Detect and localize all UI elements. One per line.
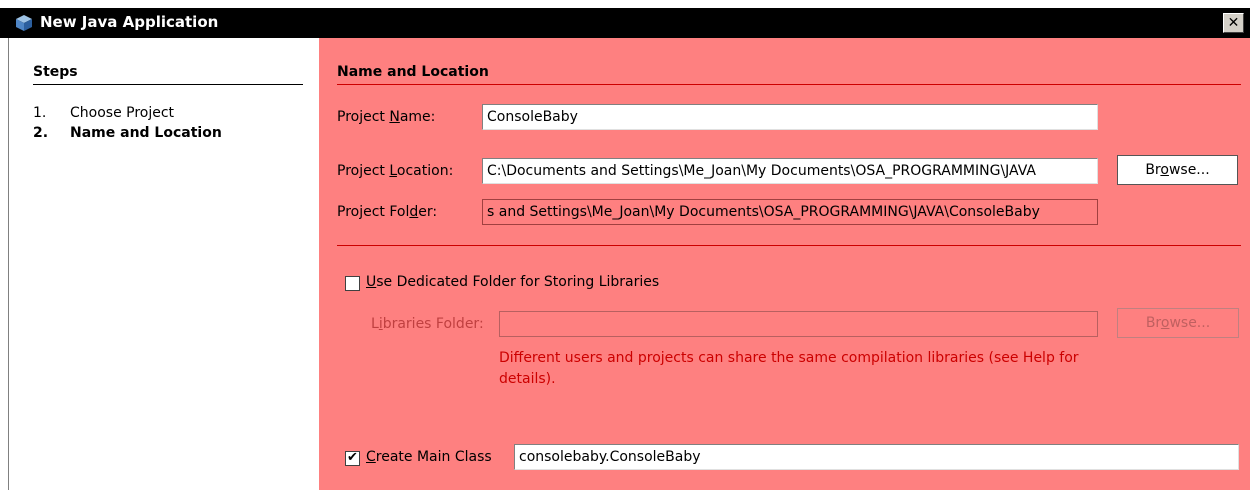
section-divider: [337, 245, 1241, 246]
libraries-folder-label: Libraries Folder:: [371, 316, 484, 332]
browse-libraries-button[interactable]: Browse...: [1117, 308, 1239, 338]
create-main-class-label[interactable]: Create Main Class: [366, 449, 492, 465]
dedicated-folder-checkbox[interactable]: [345, 276, 360, 291]
libraries-folder-input[interactable]: [499, 311, 1098, 337]
name-location-panel: Name and Location Project Name: ConsoleB…: [319, 38, 1250, 490]
window-title: New Java Application: [40, 13, 219, 31]
project-location-label: Project Location:: [337, 163, 454, 179]
steps-panel: Steps 1. Choose Project 2. Name and Loca…: [9, 38, 319, 490]
create-main-class-checkbox[interactable]: ✔: [345, 451, 360, 466]
wizard-window: Steps 1. Choose Project 2. Name and Loca…: [8, 38, 1250, 490]
browse-location-button[interactable]: Browse...: [1117, 155, 1238, 185]
close-button[interactable]: ✕: [1223, 13, 1244, 33]
project-name-input[interactable]: ConsoleBaby: [482, 104, 1098, 130]
close-icon: ✕: [1227, 15, 1240, 31]
project-folder-label: Project Folder:: [337, 204, 438, 220]
project-name-label: Project Name:: [337, 109, 436, 125]
panel-heading: Name and Location: [337, 64, 489, 80]
steps-divider: [33, 84, 303, 85]
project-location-input[interactable]: C:\Documents and Settings\Me_Joan\My Doc…: [482, 158, 1098, 184]
step-number: 2.: [33, 125, 49, 141]
panel-divider: [337, 84, 1241, 85]
steps-heading: Steps: [33, 64, 78, 80]
libraries-hint-text: Different users and projects can share t…: [499, 350, 1079, 387]
step-label: Choose Project: [70, 105, 175, 121]
java-cube-icon: [16, 15, 32, 31]
dedicated-folder-label[interactable]: Use Dedicated Folder for Storing Librari…: [366, 274, 659, 290]
top-strip: [0, 0, 1250, 8]
step-label: Name and Location: [70, 125, 222, 141]
step-number: 1.: [33, 105, 47, 121]
title-bar[interactable]: New Java Application ✕: [0, 8, 1250, 38]
project-folder-field[interactable]: s and Settings\Me_Joan\My Documents\OSA_…: [482, 199, 1098, 225]
main-class-input[interactable]: consolebaby.ConsoleBaby: [514, 444, 1239, 470]
